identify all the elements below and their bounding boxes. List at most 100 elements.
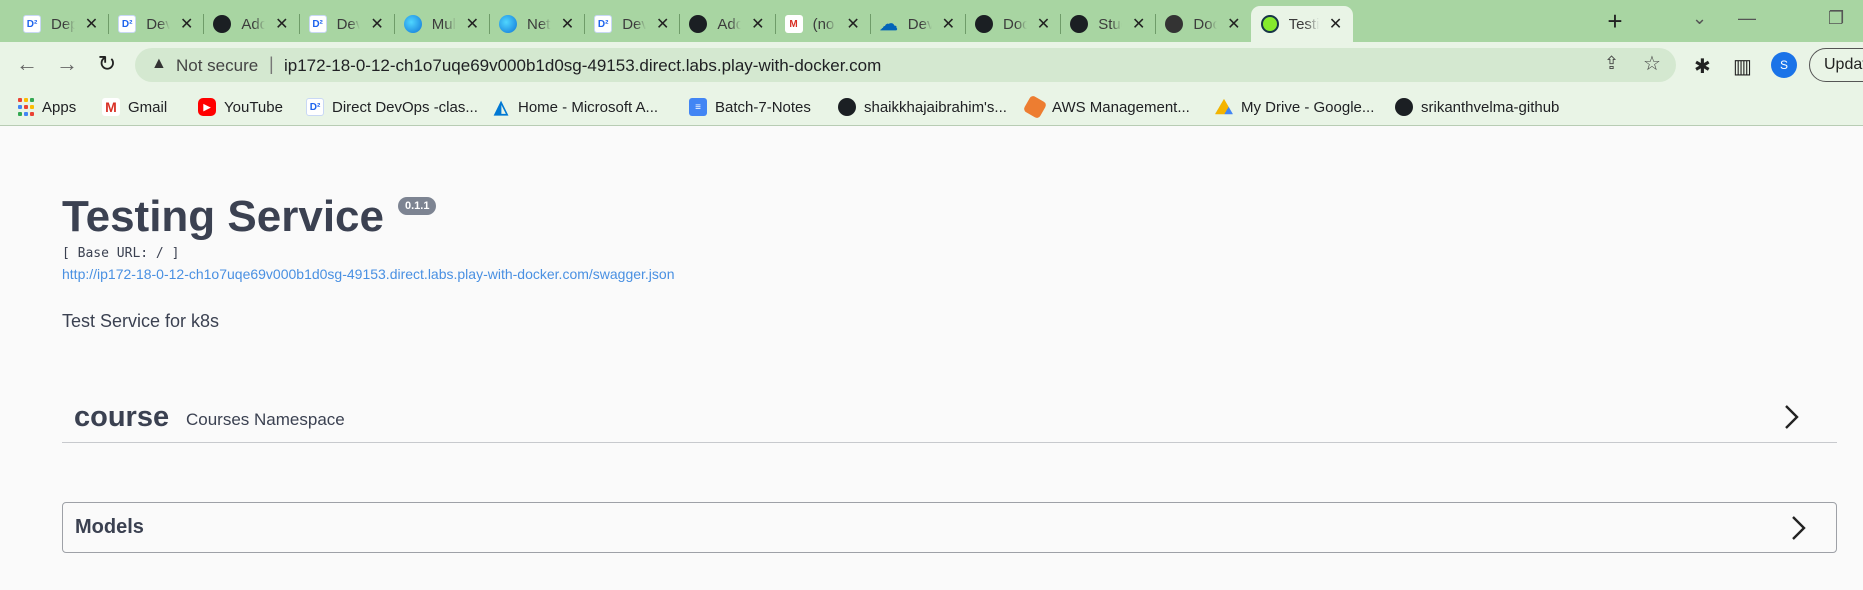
close-tab-icon[interactable]: ✕ bbox=[1227, 14, 1240, 34]
tab-title: Deploy bbox=[51, 15, 75, 33]
browser-toolbar: ← → ↻ ▲ Not secure | ip172-18-0-12-ch1o7… bbox=[0, 42, 1863, 88]
bookmark-item[interactable]: ▶ YouTube bbox=[198, 96, 283, 118]
close-tab-icon[interactable]: ✕ bbox=[466, 14, 479, 34]
models-title[interactable]: Models bbox=[75, 516, 144, 539]
bookmark-item[interactable]: D² Direct DevOps -clas... bbox=[306, 96, 478, 118]
close-tab-icon[interactable]: ✕ bbox=[561, 14, 574, 34]
browser-tab[interactable]: Multi ✕ bbox=[394, 6, 489, 42]
github-icon bbox=[689, 15, 708, 33]
omnibox-separator: | bbox=[269, 54, 274, 74]
close-tab-icon[interactable]: ✕ bbox=[85, 14, 98, 34]
aws-icon bbox=[1022, 94, 1048, 120]
close-tab-icon[interactable]: ✕ bbox=[275, 14, 288, 34]
tab-title: Testi bbox=[1288, 15, 1319, 33]
back-arrow-icon[interactable]: ← bbox=[14, 52, 40, 78]
profile-avatar[interactable]: S bbox=[1771, 52, 1797, 78]
onedrive-icon: ☁ bbox=[879, 13, 898, 34]
close-tab-icon[interactable]: ✕ bbox=[1329, 14, 1343, 34]
bookmark-label: Gmail bbox=[128, 98, 168, 116]
browser-tab[interactable]: D² DevOps ✕ bbox=[108, 6, 203, 42]
reload-icon[interactable]: ↻ bbox=[94, 52, 120, 78]
azure-icon: ◭ bbox=[494, 96, 508, 117]
tab-title: Added bbox=[717, 15, 742, 33]
bookmark-label: shaikkhajaibrahim's... bbox=[864, 98, 1007, 116]
close-tab-icon[interactable]: ✕ bbox=[942, 14, 955, 34]
browser-tab[interactable]: Testi ✕ bbox=[1250, 6, 1353, 42]
update-button[interactable]: Update bbox=[1809, 48, 1863, 82]
close-tab-icon[interactable]: ✕ bbox=[751, 14, 764, 34]
swagger-page: Testing Service 0.1.1 [ Base URL: / ] ht… bbox=[0, 127, 1863, 590]
chevron-right-icon[interactable] bbox=[1781, 403, 1803, 431]
browser-tab[interactable]: D² DevOps ✕ bbox=[584, 6, 679, 42]
minimize-icon[interactable]: — bbox=[1738, 8, 1756, 29]
models-section[interactable]: Models bbox=[62, 502, 1837, 553]
browser-tab[interactable]: Added ✕ bbox=[203, 6, 298, 42]
api-description: Test Service for k8s bbox=[62, 311, 220, 331]
bookmark-label: My Drive - Google... bbox=[1241, 98, 1375, 116]
docker-labs-icon: D² bbox=[306, 98, 324, 116]
apps-grid-icon bbox=[18, 98, 34, 116]
close-tab-icon[interactable]: ✕ bbox=[180, 14, 193, 34]
extensions-puzzle-icon[interactable]: ✱ bbox=[1694, 54, 1711, 79]
close-tab-icon[interactable]: ✕ bbox=[846, 14, 859, 34]
bookmark-label: YouTube bbox=[224, 98, 283, 116]
browser-tab[interactable]: Netw ✕ bbox=[489, 6, 584, 42]
browser-tab[interactable]: Added ✕ bbox=[679, 6, 774, 42]
tab-title: DevOps bbox=[622, 15, 646, 33]
bookmark-label: Direct DevOps -clas... bbox=[332, 98, 478, 116]
chevron-right-icon[interactable] bbox=[1788, 514, 1810, 542]
bookmark-item[interactable]: ≡ Batch-7-Notes bbox=[689, 96, 811, 118]
address-bar[interactable]: ▲ Not secure | ip172-18-0-12-ch1o7uqe69v… bbox=[135, 48, 1676, 82]
new-tab-button[interactable]: + bbox=[1601, 8, 1629, 36]
bookmark-item[interactable]: M Gmail bbox=[102, 96, 167, 118]
close-tab-icon[interactable]: ✕ bbox=[1037, 14, 1050, 34]
bookmark-label: Batch-7-Notes bbox=[715, 98, 811, 116]
gmail-icon: M bbox=[102, 98, 120, 116]
tab-title: Dock bbox=[1193, 15, 1218, 33]
tab-title: Dock bbox=[1003, 15, 1027, 33]
globe-icon bbox=[1165, 15, 1184, 33]
bookmark-item[interactable]: AWS Management... bbox=[1022, 94, 1190, 120]
warning-triangle-icon[interactable]: ▲ bbox=[151, 55, 167, 73]
browser-tab[interactable]: D² DevOps ✕ bbox=[299, 6, 394, 42]
bookmarks-bar: Apps M Gmail ▶ YouTube D² Direct DevOps -clas.… bbox=[0, 88, 1863, 126]
gmail-icon: M bbox=[784, 15, 803, 33]
browser-tab[interactable]: Dock ✕ bbox=[965, 6, 1060, 42]
youtube-icon: ▶ bbox=[198, 98, 216, 116]
forward-arrow-icon[interactable]: → bbox=[54, 52, 80, 78]
bookmark-star-icon[interactable]: ☆ bbox=[1643, 51, 1661, 76]
namespace-name[interactable]: course bbox=[74, 401, 169, 434]
url-text[interactable]: ip172-18-0-12-ch1o7uqe69v000b1d0sg-49153… bbox=[284, 56, 881, 76]
bookmark-item[interactable]: shaikkhajaibrahim's... bbox=[838, 96, 1007, 118]
page-title: Testing Service bbox=[62, 192, 384, 241]
browser-tab[interactable]: Dock ✕ bbox=[1155, 6, 1250, 42]
maximize-icon[interactable]: ❐ bbox=[1828, 8, 1844, 29]
browser-tab[interactable]: Stud ✕ bbox=[1060, 6, 1155, 42]
close-tab-icon[interactable]: ✕ bbox=[656, 14, 669, 34]
swagger-json-link[interactable]: http://ip172-18-0-12-ch1o7uqe69v000b1d0s… bbox=[62, 266, 675, 282]
close-tab-icon[interactable]: ✕ bbox=[370, 14, 383, 34]
share-icon[interactable]: ⇪ bbox=[1604, 53, 1619, 74]
tab-title: Stud bbox=[1098, 15, 1122, 33]
security-status[interactable]: Not secure bbox=[176, 56, 258, 76]
bookmark-item[interactable]: ◭ Home - Microsoft A... bbox=[492, 96, 658, 118]
tab-title: DevOps bbox=[146, 15, 170, 33]
browser-tab[interactable]: ☁ DevOps ✕ bbox=[870, 6, 965, 42]
bookmark-label: Home - Microsoft A... bbox=[518, 98, 659, 116]
tab-strip: + ⌄ — ❐ D² Deploy ✕ D² DevOps ✕ Added ✕ D² DevOps… bbox=[0, 0, 1863, 42]
browser-tab[interactable]: M (no s ✕ bbox=[775, 6, 870, 42]
github-icon bbox=[1070, 15, 1089, 33]
swagger-icon bbox=[1260, 15, 1279, 33]
docker-labs-icon: D² bbox=[23, 15, 41, 33]
namespace-course-section[interactable]: course Courses Namespace bbox=[62, 393, 1837, 443]
bookmark-item[interactable]: srikanthvelma-github bbox=[1395, 96, 1559, 118]
close-tab-icon[interactable]: ✕ bbox=[1132, 14, 1145, 34]
side-panel-icon[interactable]: ▥ bbox=[1733, 54, 1752, 79]
github-icon bbox=[213, 15, 232, 33]
docker-labs-icon: D² bbox=[118, 15, 137, 33]
tab-title: (no s bbox=[812, 15, 837, 33]
bookmark-item[interactable]: Apps bbox=[18, 96, 76, 118]
tab-search-icon[interactable]: ⌄ bbox=[1692, 8, 1707, 29]
browser-tab[interactable]: D² Deploy ✕ bbox=[13, 6, 108, 42]
bookmark-item[interactable]: My Drive - Google... bbox=[1215, 96, 1374, 118]
